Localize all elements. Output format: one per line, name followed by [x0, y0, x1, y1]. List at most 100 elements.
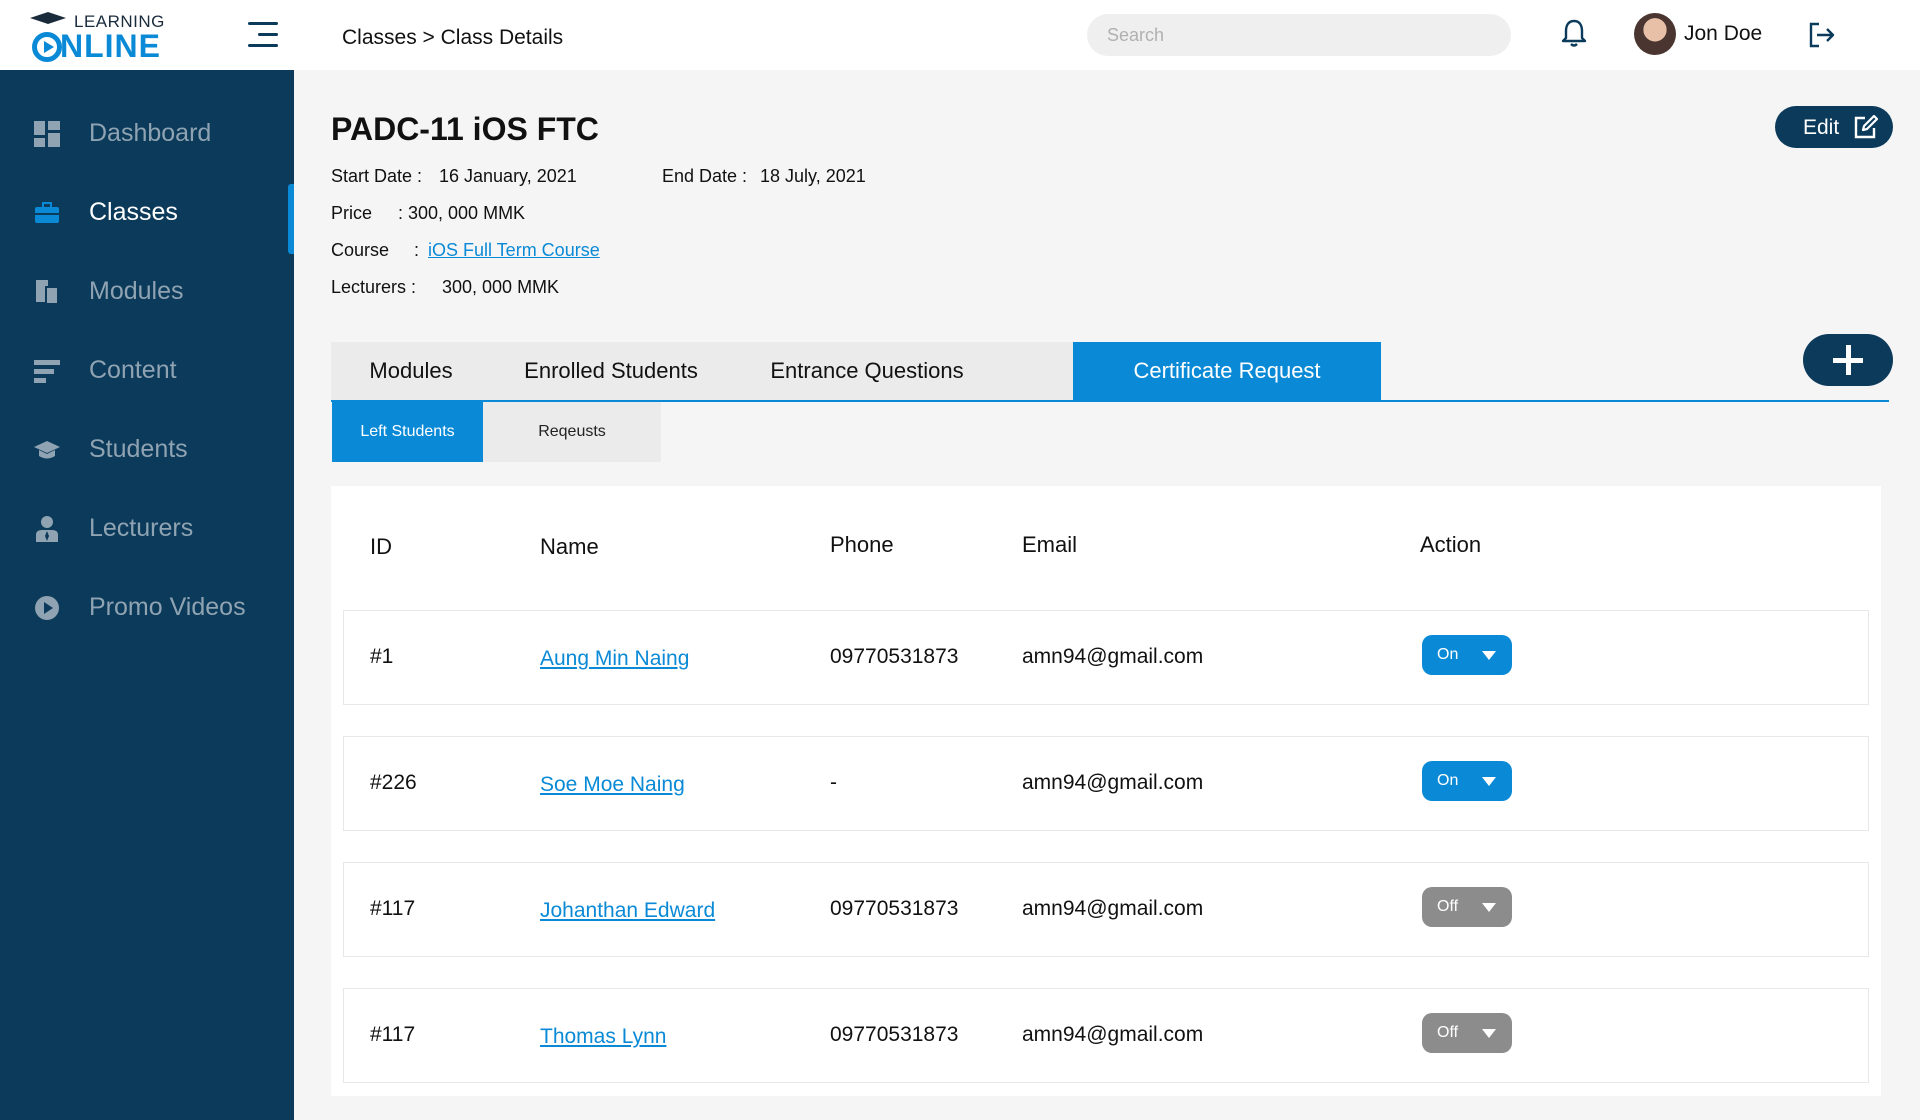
tab-entrance-questions[interactable]: Entrance Questions — [731, 342, 1003, 400]
sidebar-item-promo-videos[interactable]: Promo Videos — [0, 577, 294, 637]
menu-toggle-icon[interactable] — [248, 22, 278, 48]
play-icon — [35, 596, 59, 620]
subtab-label: Reqeusts — [538, 423, 606, 440]
student-name-link[interactable]: Thomas Lynn — [540, 1025, 666, 1049]
sidebar-item-dashboard[interactable]: Dashboard — [0, 103, 294, 163]
course-link-text[interactable]: iOS Full Term Course — [428, 240, 600, 260]
chevron-down-icon — [1482, 903, 1496, 912]
content-icon — [34, 360, 60, 383]
sidebar-item-label: Modules — [89, 277, 184, 305]
action-value: Off — [1437, 1024, 1459, 1041]
sidebar: Dashboard Classes Modules Content Studen… — [0, 70, 294, 1120]
row-email: amn94@gmail.com — [1022, 771, 1204, 794]
sidebar-item-label: Classes — [89, 198, 178, 226]
lecturers-value: 300, 000 MMK — [442, 277, 560, 297]
subtab-label: Left Students — [360, 423, 455, 440]
action-value: On — [1437, 772, 1459, 789]
sidebar-item-label: Content — [89, 356, 177, 384]
start-date-value: 16 January, 2021 — [439, 166, 577, 186]
column-header-action: Action — [1420, 532, 1482, 557]
action-dropdown[interactable]: Off — [1422, 1013, 1512, 1053]
lecturers-label: Lecturers : — [331, 277, 417, 297]
table-row: #117 Thomas Lynn 09770531873 amn94@gmail… — [343, 988, 1869, 1083]
column-header-name: Name — [540, 534, 599, 559]
user-name[interactable]: Jon Doe — [1684, 22, 1762, 46]
tab-certificate-request[interactable]: Certificate Request — [1073, 342, 1381, 400]
sidebar-item-label: Students — [89, 435, 188, 463]
tab-enrolled-students[interactable]: Enrolled Students — [491, 342, 731, 400]
avatar[interactable] — [1634, 13, 1676, 55]
row-phone: - — [830, 771, 837, 794]
row-email: amn94@gmail.com — [1022, 645, 1204, 668]
tab-modules[interactable]: Modules — [331, 342, 491, 400]
price-label: Price — [331, 203, 373, 223]
modules-icon — [36, 280, 59, 305]
table-row: #1 Aung Min Naing 09770531873 amn94@gmai… — [343, 610, 1869, 705]
breadcrumb: Classes > Class Details — [342, 26, 564, 49]
tab-label: Modules — [369, 358, 453, 383]
sidebar-item-label: Promo Videos — [89, 593, 246, 621]
student-name-link[interactable]: Aung Min Naing — [540, 647, 689, 671]
edit-button-label: Edit — [1803, 116, 1840, 139]
sidebar-item-content[interactable]: Content — [0, 340, 294, 400]
student-name-link[interactable]: Soe Moe Naing — [540, 773, 685, 797]
chevron-down-icon — [1482, 1029, 1496, 1038]
row-id: #1 — [370, 645, 394, 668]
table-row: #117 Johanthan Edward 09770531873 amn94@… — [343, 862, 1869, 957]
briefcase-icon — [35, 202, 59, 223]
class-tabs: Modules Enrolled Students Entrance Quest… — [331, 342, 1889, 402]
row-phone: 09770531873 — [830, 645, 959, 668]
dashboard-icon — [34, 121, 60, 147]
sidebar-item-classes[interactable]: Classes — [0, 182, 294, 254]
tab-label: Entrance Questions — [770, 358, 964, 383]
search-input[interactable] — [1087, 14, 1511, 56]
sidebar-item-lecturers[interactable]: Lecturers — [0, 498, 294, 558]
course-link[interactable]: iOS Full Term Course — [428, 240, 600, 261]
action-dropdown[interactable]: On — [1422, 635, 1512, 675]
learning-online-logo[interactable]: LEARNING NLINE — [28, 10, 178, 64]
action-dropdown[interactable]: Off — [1422, 887, 1512, 927]
course-label: Course — [331, 240, 390, 260]
row-id: #117 — [370, 1023, 416, 1046]
column-header-id: ID — [370, 534, 392, 559]
action-value: Off — [1437, 898, 1459, 915]
action-dropdown[interactable]: On — [1422, 761, 1512, 801]
subtab-requests[interactable]: Reqeusts — [483, 402, 661, 462]
bell-icon[interactable] — [1560, 18, 1588, 48]
row-id: #226 — [370, 771, 417, 794]
row-id: #117 — [370, 897, 416, 920]
row-email: amn94@gmail.com — [1022, 1023, 1204, 1046]
sidebar-item-modules[interactable]: Modules — [0, 261, 294, 321]
logout-icon[interactable] — [1808, 22, 1836, 48]
chevron-down-icon — [1482, 777, 1496, 786]
tab-label: Certificate Request — [1133, 358, 1321, 383]
column-header-phone: Phone — [830, 532, 894, 557]
add-button[interactable] — [1803, 334, 1893, 386]
tab-label: Enrolled Students — [524, 358, 698, 383]
student-name-link[interactable]: Johanthan Edward — [540, 899, 715, 923]
sidebar-item-label: Lecturers — [89, 514, 194, 542]
row-phone: 09770531873 — [830, 897, 959, 920]
subtab-left-students[interactable]: Left Students — [332, 402, 483, 462]
page-title: PADC-11 iOS FTC — [331, 111, 599, 147]
students-table: ID Name Phone Email Action #1 Aung Min N… — [331, 486, 1881, 1096]
end-date-label: End Date : — [662, 166, 748, 186]
action-value: On — [1437, 646, 1459, 663]
logo-big-text: NLINE — [60, 28, 161, 64]
sidebar-item-students[interactable]: Students — [0, 419, 294, 479]
graduation-cap-icon — [34, 441, 60, 459]
row-email: amn94@gmail.com — [1022, 897, 1204, 920]
graduation-cap-logo-icon — [30, 12, 66, 24]
logo-play-o — [32, 32, 62, 62]
edit-button[interactable]: Edit — [1775, 106, 1893, 148]
course-colon: : — [414, 240, 420, 260]
row-phone: 09770531873 — [830, 1023, 959, 1046]
sidebar-item-label: Dashboard — [89, 119, 212, 147]
chevron-down-icon — [1482, 651, 1496, 660]
column-header-email: Email — [1022, 532, 1078, 557]
top-bar: LEARNING NLINE Classes > Class Details J… — [0, 0, 1920, 70]
lecturer-icon — [36, 516, 58, 542]
edit-icon — [1854, 115, 1879, 139]
start-date-label: Start Date : — [331, 166, 423, 186]
table-row: #226 Soe Moe Naing - amn94@gmail.com On — [343, 736, 1869, 831]
